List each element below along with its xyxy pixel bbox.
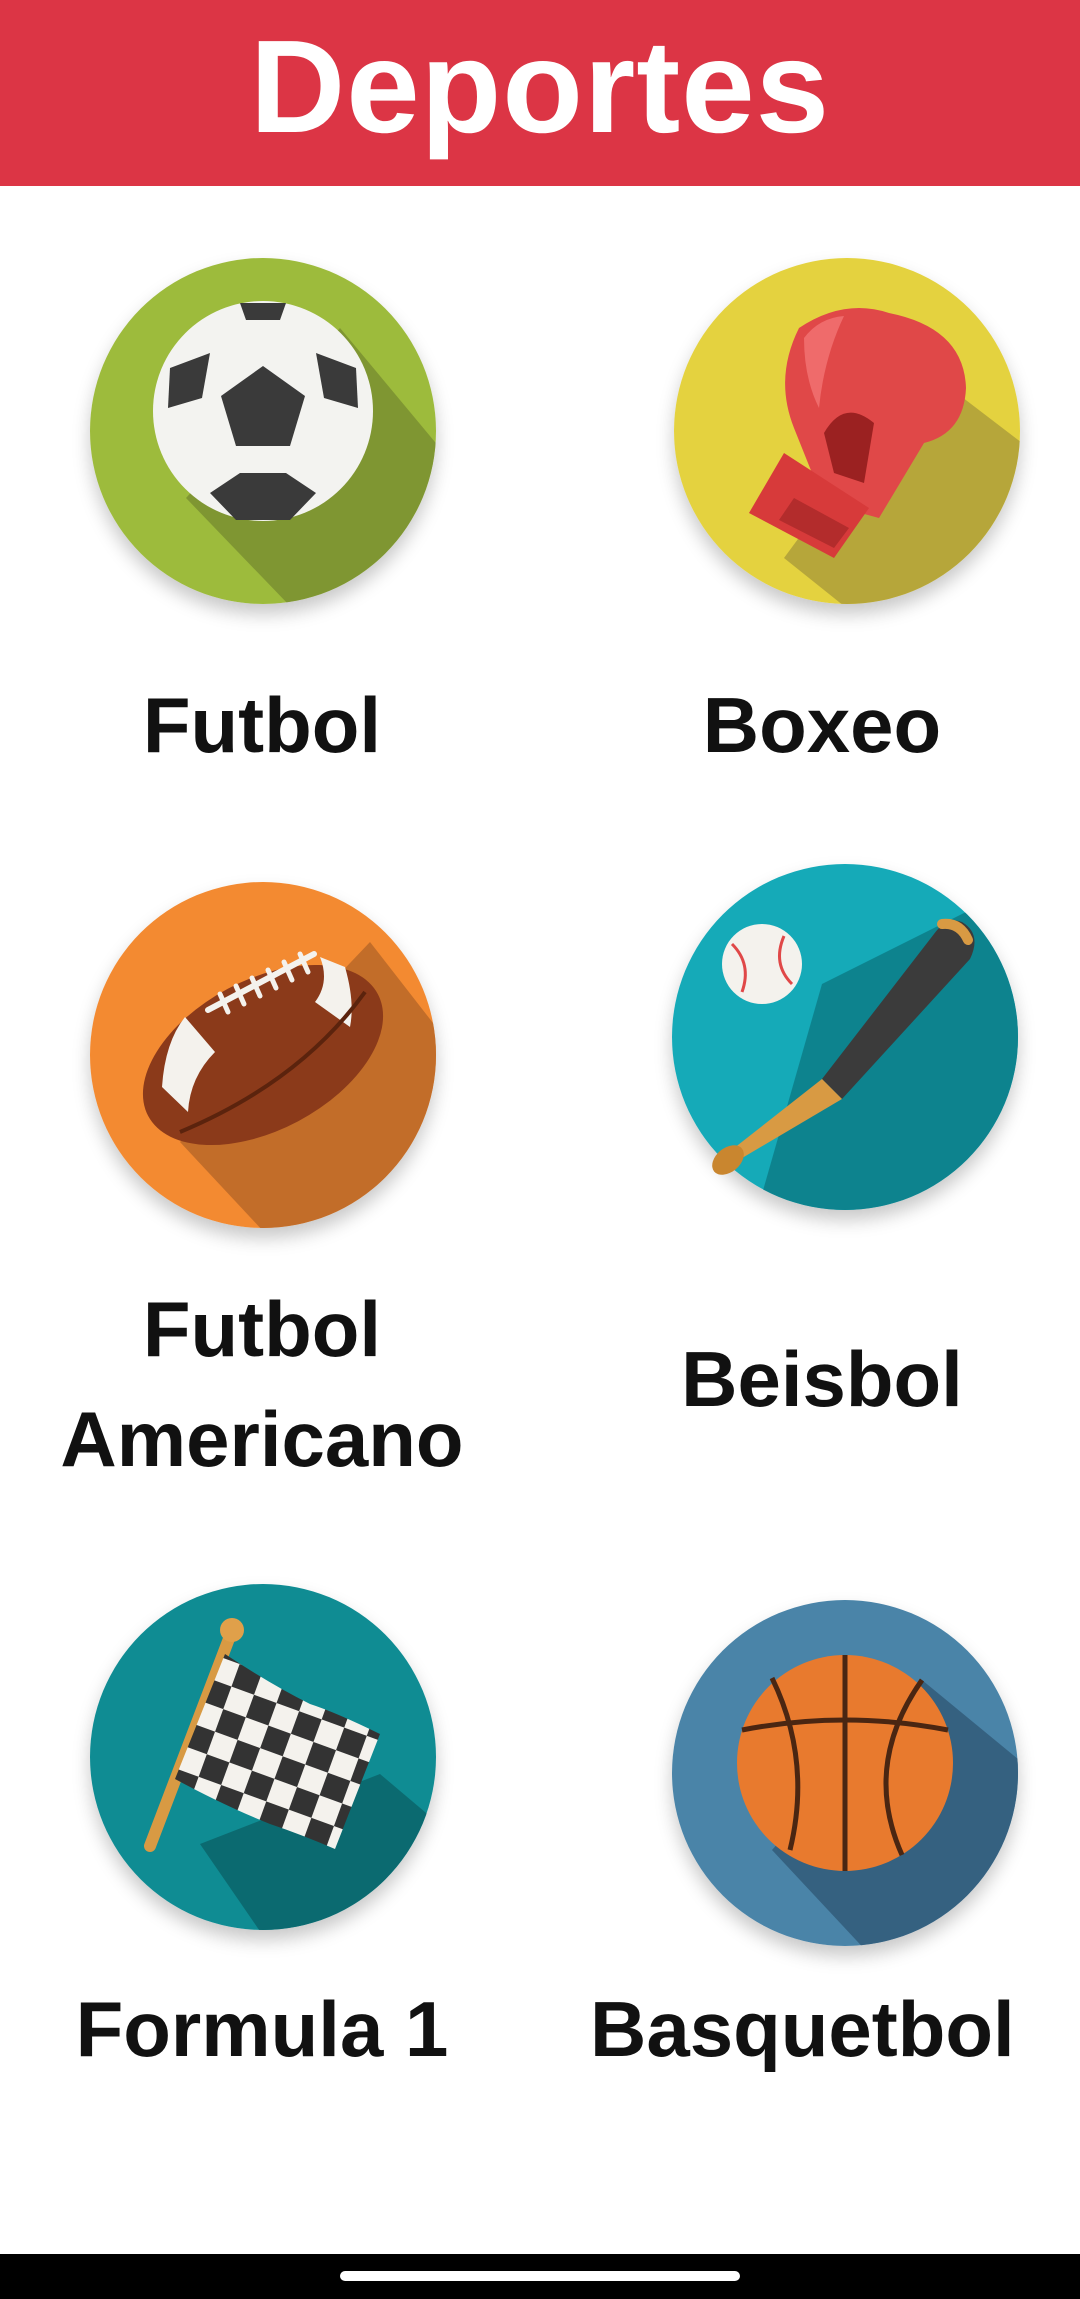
page-title: Deportes (249, 13, 831, 160)
sport-label-line-1: Futbol (142, 1285, 382, 1373)
sport-label-formula-1: Formula 1 (75, 1985, 449, 2073)
sport-label-line-2: Americano (60, 1395, 464, 1483)
baseball-bat-icon (672, 864, 1018, 1210)
sport-tile-beisbol[interactable]: Beisbol (612, 864, 1032, 1424)
sport-label-beisbol: Beisbol (681, 1335, 963, 1423)
sport-tile-boxeo[interactable]: Boxeo (612, 258, 1032, 778)
sport-label-futbol-americano: Futbol Americano (52, 1274, 472, 1494)
home-gesture-handle[interactable] (340, 2271, 740, 2281)
sport-tile-basquetbol[interactable]: Basquetbol (590, 1600, 1018, 2100)
sport-label-futbol: Futbol (142, 681, 382, 769)
system-navigation-bar (0, 2254, 1080, 2299)
boxing-glove-icon (674, 258, 1020, 604)
soccer-ball-icon (90, 258, 436, 604)
basketball-icon (672, 1600, 1018, 1946)
sport-tile-futbol[interactable]: Futbol (52, 258, 472, 778)
american-football-icon (90, 882, 436, 1228)
sport-tile-formula-1[interactable]: Formula 1 (52, 1584, 472, 2104)
sport-label-basquetbol: Basquetbol (590, 1985, 1015, 2073)
checkered-flag-icon (90, 1584, 436, 1930)
sport-tile-futbol-americano[interactable]: Futbol Americano (52, 882, 472, 1483)
sport-label-boxeo: Boxeo (702, 681, 942, 769)
app-header: Deportes (0, 0, 1080, 186)
